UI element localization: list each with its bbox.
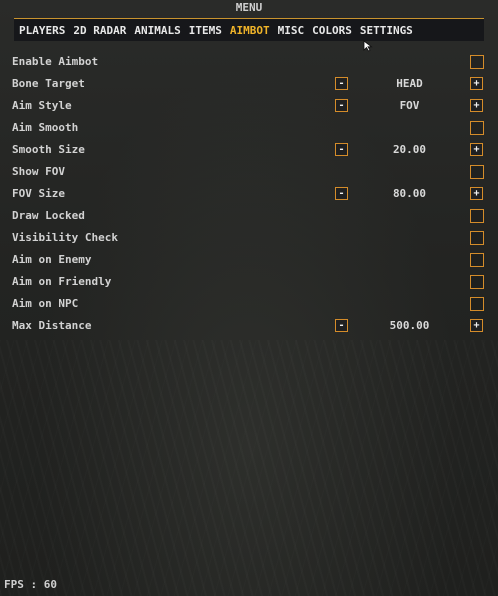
row-enable-aimbot: Enable Aimbot bbox=[12, 51, 486, 73]
fov-size-decrease-button[interactable]: - bbox=[335, 187, 348, 200]
fps-counter: FPS : 60 bbox=[4, 578, 57, 591]
tab-animals[interactable]: ANIMALS bbox=[134, 24, 180, 37]
aim-on-friendly-label: Aim on Friendly bbox=[12, 275, 112, 288]
max-distance-decrease-button[interactable]: - bbox=[335, 319, 348, 332]
enable-aimbot-checkbox[interactable] bbox=[470, 55, 484, 69]
row-aim-on-enemy: Aim on Enemy bbox=[12, 249, 486, 271]
aim-style-label: Aim Style bbox=[12, 99, 72, 112]
smooth-size-label: Smooth Size bbox=[12, 143, 85, 156]
row-aim-on-npc: Aim on NPC bbox=[12, 293, 486, 315]
bone-target-label: Bone Target bbox=[12, 77, 85, 90]
row-aim-on-friendly: Aim on Friendly bbox=[12, 271, 486, 293]
menu-title: MENU bbox=[235, 1, 263, 14]
enable-aimbot-label: Enable Aimbot bbox=[12, 55, 99, 68]
aim-smooth-label: Aim Smooth bbox=[12, 121, 79, 134]
aim-on-npc-checkbox[interactable] bbox=[470, 297, 484, 311]
aim-on-npc-label: Aim on NPC bbox=[12, 297, 79, 310]
tab-items[interactable]: ITEMS bbox=[189, 24, 222, 37]
aim-on-enemy-checkbox[interactable] bbox=[470, 253, 484, 267]
row-bone-target: Bone Target - HEAD + bbox=[12, 73, 486, 95]
draw-locked-label: Draw Locked bbox=[12, 209, 85, 222]
max-distance-label: Max Distance bbox=[12, 319, 92, 332]
smooth-size-decrease-button[interactable]: - bbox=[335, 143, 348, 156]
tab-settings[interactable]: SETTINGS bbox=[360, 24, 413, 37]
show-fov-label: Show FOV bbox=[12, 165, 65, 178]
row-smooth-size: Smooth Size - 20.00 + bbox=[12, 139, 486, 161]
row-draw-locked: Draw Locked bbox=[12, 205, 486, 227]
max-distance-increase-button[interactable]: + bbox=[470, 319, 483, 332]
tab-aimbot[interactable]: AIMBOT bbox=[230, 24, 270, 37]
aim-on-friendly-checkbox[interactable] bbox=[470, 275, 484, 289]
aim-style-increase-button[interactable]: + bbox=[470, 99, 483, 112]
aim-style-decrease-button[interactable]: - bbox=[335, 99, 348, 112]
draw-locked-checkbox[interactable] bbox=[470, 209, 484, 223]
row-max-distance: Max Distance - 500.00 + bbox=[12, 315, 486, 337]
max-distance-value: 500.00 bbox=[389, 319, 430, 332]
tab-colors[interactable]: COLORS bbox=[312, 24, 352, 37]
row-show-fov: Show FOV bbox=[12, 161, 486, 183]
bone-target-increase-button[interactable]: + bbox=[470, 77, 483, 90]
background-grass bbox=[0, 340, 498, 596]
aimbot-settings-list: Enable Aimbot Bone Target - HEAD + Aim S… bbox=[12, 51, 486, 337]
row-visibility-check: Visibility Check bbox=[12, 227, 486, 249]
aim-style-value: FOV bbox=[399, 99, 420, 112]
aim-on-enemy-label: Aim on Enemy bbox=[12, 253, 92, 266]
show-fov-checkbox[interactable] bbox=[470, 165, 484, 179]
row-fov-size: FOV Size - 80.00 + bbox=[12, 183, 486, 205]
tab-players[interactable]: PLAYERS bbox=[19, 24, 65, 37]
aim-smooth-checkbox[interactable] bbox=[470, 121, 484, 135]
row-aim-smooth: Aim Smooth bbox=[12, 117, 486, 139]
bone-target-decrease-button[interactable]: - bbox=[335, 77, 348, 90]
smooth-size-value: 20.00 bbox=[392, 143, 427, 156]
bone-target-value: HEAD bbox=[396, 77, 423, 90]
tab-2d-radar[interactable]: 2D RADAR bbox=[73, 24, 126, 37]
row-aim-style: Aim Style - FOV + bbox=[12, 95, 486, 117]
visibility-check-label: Visibility Check bbox=[12, 231, 118, 244]
smooth-size-increase-button[interactable]: + bbox=[470, 143, 483, 156]
fov-size-label: FOV Size bbox=[12, 187, 65, 200]
visibility-check-checkbox[interactable] bbox=[470, 231, 484, 245]
fov-size-value: 80.00 bbox=[392, 187, 427, 200]
tab-bar: PLAYERS 2D RADAR ANIMALS ITEMS AIMBOT MI… bbox=[14, 19, 484, 41]
tab-misc[interactable]: MISC bbox=[278, 24, 305, 37]
fov-size-increase-button[interactable]: + bbox=[470, 187, 483, 200]
